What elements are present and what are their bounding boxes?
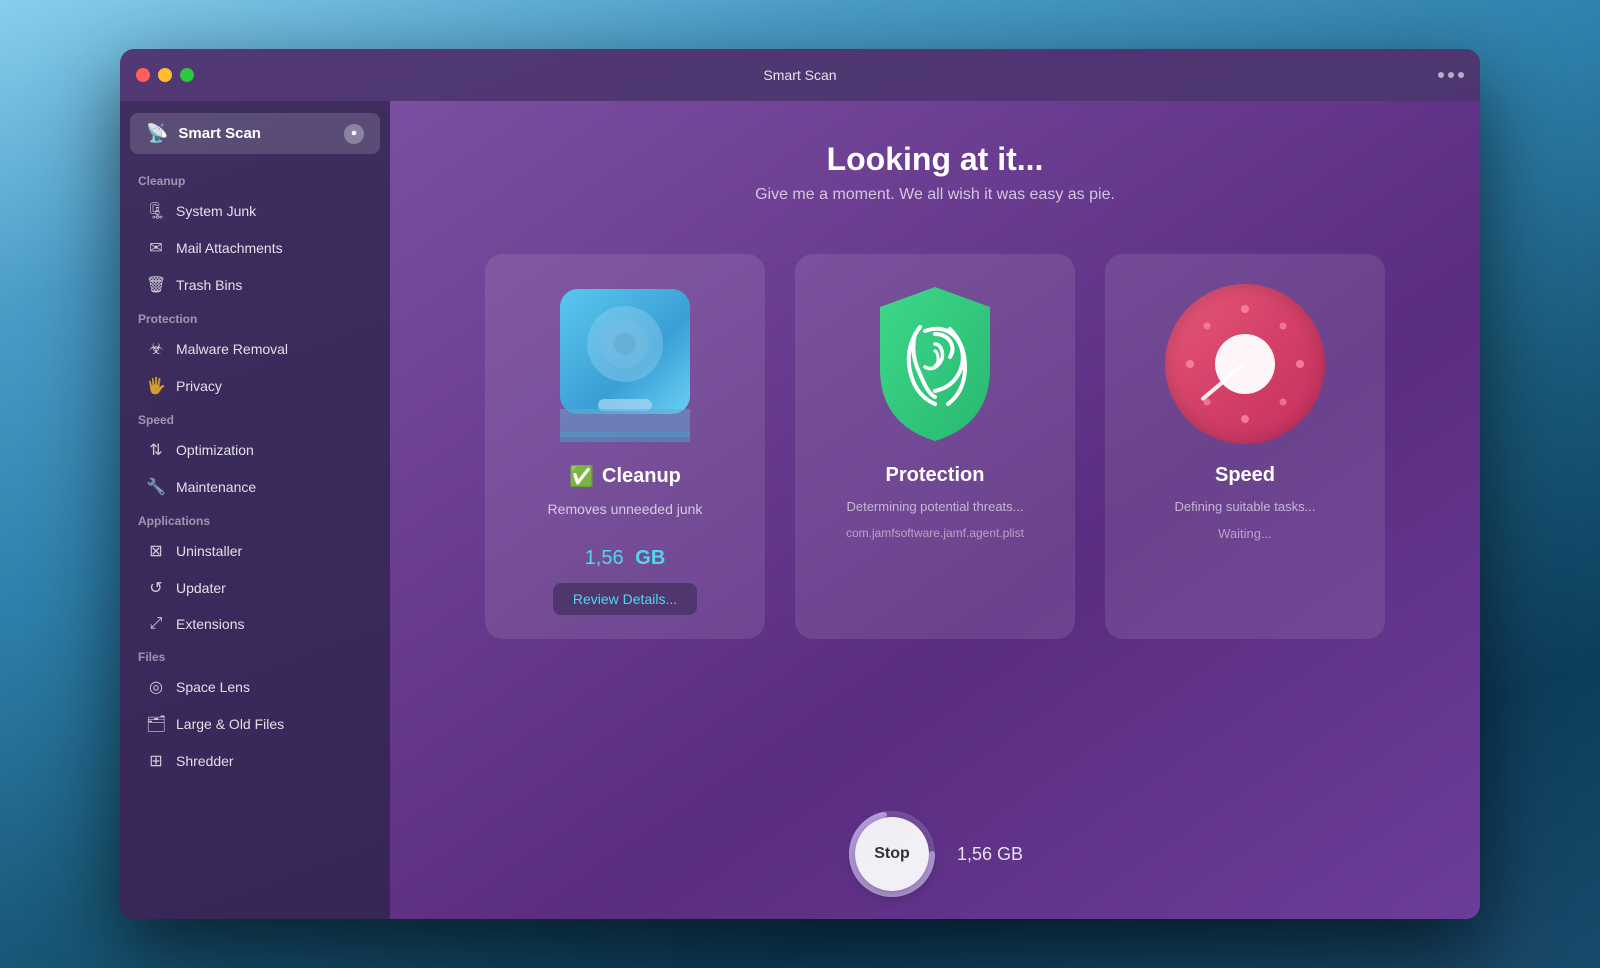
cards-row: ✅ Cleanup Removes unneeded junk 1,56 GB …	[485, 254, 1385, 639]
shredder-icon: ⊞	[146, 751, 166, 771]
section-label-files: Files	[120, 642, 390, 668]
protection-title: Protection	[886, 464, 985, 487]
protection-scanning-text: Determining potential threats...	[846, 499, 1023, 514]
dot-icon	[1458, 72, 1464, 78]
privacy-label: Privacy	[176, 378, 222, 394]
sidebar-item-mail-attachments[interactable]: ✉ Mail Attachments	[128, 230, 382, 266]
sidebar: 📡 Smart Scan ⏺ Cleanup 🗜 System Junk ✉ M…	[120, 101, 390, 919]
shredder-label: Shredder	[176, 753, 234, 769]
hdd-svg	[550, 284, 700, 444]
protection-illustration	[855, 284, 1015, 444]
sidebar-item-smart-scan[interactable]: 📡 Smart Scan ⏺	[130, 113, 380, 154]
sidebar-item-space-lens[interactable]: ◎ Space Lens	[128, 669, 382, 705]
optimization-label: Optimization	[176, 442, 254, 458]
mail-attachments-label: Mail Attachments	[176, 240, 283, 256]
card-speed: Speed Defining suitable tasks... Waiting…	[1105, 254, 1385, 639]
dot-icon	[1448, 72, 1454, 78]
space-lens-icon: ◎	[146, 677, 166, 697]
sidebar-item-extensions[interactable]: ⤢ Extensions	[128, 607, 382, 641]
cleanup-size-unit: GB	[635, 547, 665, 569]
section-label-applications: Applications	[120, 506, 390, 532]
traffic-lights	[136, 68, 194, 82]
sidebar-item-updater[interactable]: ↺ Updater	[128, 570, 382, 606]
extensions-icon: ⤢	[146, 615, 166, 633]
uninstaller-icon: ⊠	[146, 541, 166, 561]
speed-title: Speed	[1215, 464, 1275, 487]
maintenance-icon: 🔧	[146, 477, 166, 497]
cleanup-illustration	[545, 284, 705, 444]
sidebar-item-uninstaller[interactable]: ⊠ Uninstaller	[128, 533, 382, 569]
title-bar: Smart Scan	[120, 49, 1480, 101]
badge-icon: ⏺	[352, 128, 357, 139]
sidebar-item-maintenance[interactable]: 🔧 Maintenance	[128, 469, 382, 505]
sidebar-item-shredder[interactable]: ⊞ Shredder	[128, 743, 382, 779]
app-window: Smart Scan 📡 Smart Scan ⏺ Cleanup	[120, 49, 1480, 919]
malware-icon: ☣	[146, 339, 166, 359]
trash-bins-label: Trash Bins	[176, 277, 242, 293]
sidebar-item-large-old-files[interactable]: 🗂 Large & Old Files	[128, 706, 382, 742]
review-details-button[interactable]: Review Details...	[553, 583, 697, 615]
uninstaller-label: Uninstaller	[176, 543, 242, 559]
cleanup-check-icon: ✅	[569, 464, 594, 489]
system-junk-icon: 🗜	[146, 201, 166, 221]
cleanup-subtitle: Removes unneeded junk	[548, 501, 703, 517]
large-old-files-label: Large & Old Files	[176, 716, 284, 732]
protection-file-text: com.jamfsoftware.jamf.agent.plist	[846, 526, 1024, 540]
maximize-button[interactable]	[180, 68, 194, 82]
stop-button[interactable]: Stop	[855, 817, 929, 891]
stop-size-label: 1,56 GB	[957, 844, 1023, 865]
card-cleanup: ✅ Cleanup Removes unneeded junk 1,56 GB …	[485, 254, 765, 639]
large-files-icon: 🗂	[146, 714, 166, 734]
cleanup-size-value: 1,56	[585, 547, 624, 569]
protection-title-row: Protection	[886, 464, 985, 487]
speed-center-circle	[1215, 334, 1275, 394]
card-protection: Protection Determining potential threats…	[795, 254, 1075, 639]
speed-illustration	[1165, 284, 1325, 444]
sidebar-item-malware-removal[interactable]: ☣ Malware Removal	[128, 331, 382, 367]
sidebar-item-trash-bins[interactable]: 🗑 Trash Bins	[128, 267, 382, 303]
sidebar-item-optimization[interactable]: ⇅ Optimization	[128, 432, 382, 468]
space-lens-label: Space Lens	[176, 679, 250, 695]
minimize-button[interactable]	[158, 68, 172, 82]
smart-scan-icon: 📡	[146, 123, 168, 144]
main-content: Looking at it... Give me a moment. We al…	[390, 101, 1480, 919]
section-label-cleanup: Cleanup	[120, 166, 390, 192]
section-label-protection: Protection	[120, 304, 390, 330]
window-title: Smart Scan	[763, 67, 836, 83]
privacy-icon: 🖐	[146, 376, 166, 396]
updater-label: Updater	[176, 580, 226, 596]
more-options-button[interactable]	[1438, 72, 1464, 78]
stop-button-container: Stop	[847, 809, 937, 899]
app-body: 📡 Smart Scan ⏺ Cleanup 🗜 System Junk ✉ M…	[120, 101, 1480, 919]
optimization-icon: ⇅	[146, 440, 166, 460]
close-button[interactable]	[136, 68, 150, 82]
updater-icon: ↺	[146, 578, 166, 598]
speed-scanning-text: Defining suitable tasks...	[1175, 499, 1316, 514]
cleanup-size: 1,56 GB	[585, 529, 666, 571]
maintenance-label: Maintenance	[176, 479, 256, 495]
system-junk-label: System Junk	[176, 203, 256, 219]
trash-icon: 🗑	[146, 275, 166, 295]
speedometer	[1165, 284, 1325, 444]
cleanup-title: Cleanup	[602, 465, 681, 488]
dot-icon	[1438, 72, 1444, 78]
desktop-background: Smart Scan 📡 Smart Scan ⏺ Cleanup	[0, 0, 1600, 968]
mail-icon: ✉	[146, 238, 166, 258]
smart-scan-label: Smart Scan	[178, 125, 334, 142]
sidebar-item-system-junk[interactable]: 🗜 System Junk	[128, 193, 382, 229]
sidebar-item-privacy[interactable]: 🖐 Privacy	[128, 368, 382, 404]
speed-title-row: Speed	[1215, 464, 1275, 487]
smart-scan-badge: ⏺	[344, 124, 364, 144]
main-subtitle: Give me a moment. We all wish it was eas…	[755, 186, 1115, 204]
bottom-action-area: Stop 1,56 GB	[847, 809, 1023, 899]
section-label-speed: Speed	[120, 405, 390, 431]
extensions-label: Extensions	[176, 616, 244, 632]
malware-removal-label: Malware Removal	[176, 341, 288, 357]
speed-waiting-text: Waiting...	[1218, 526, 1272, 541]
main-title: Looking at it...	[827, 141, 1044, 178]
cleanup-title-row: ✅ Cleanup	[569, 464, 681, 489]
shield-fingerprint-svg	[860, 279, 1010, 449]
